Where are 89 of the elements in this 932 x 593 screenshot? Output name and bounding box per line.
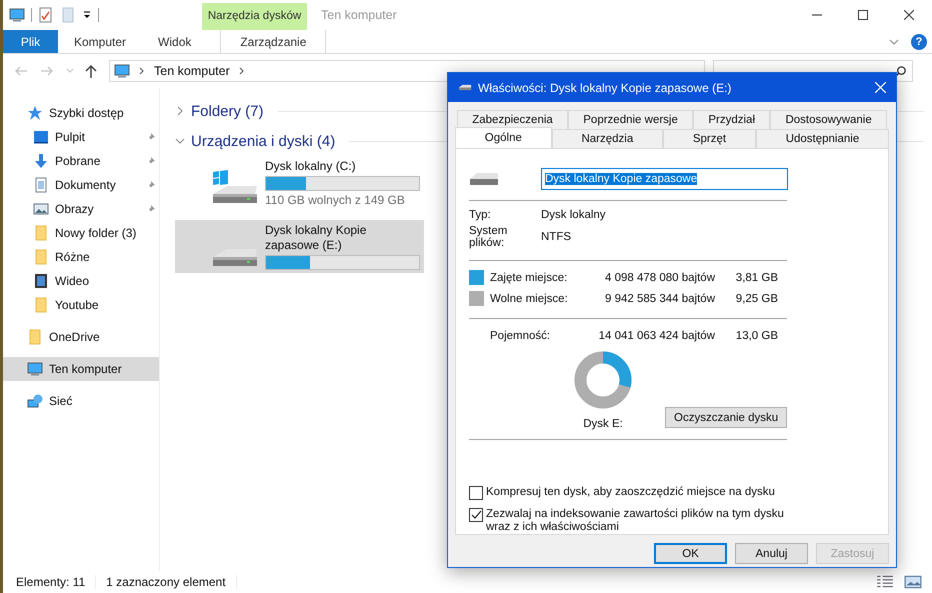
- group-heading[interactable]: Foldery (7): [191, 102, 264, 120]
- dialog-button[interactable]: OK: [654, 543, 727, 564]
- context-tab-group: Narzędzia dysków: [202, 3, 307, 30]
- nav-item[interactable]: Wideo: [3, 269, 159, 293]
- disk-cleanup-button[interactable]: Oczyszczanie dysku: [665, 407, 788, 428]
- details-view-icon[interactable]: [876, 575, 894, 589]
- drive-tile[interactable]: Dysk lokalny (C:) 110 GB wolnych z 149 GB: [175, 156, 424, 210]
- folder-icon: [33, 297, 49, 313]
- breadcrumb-chevron-icon[interactable]: [238, 66, 245, 76]
- expand-ribbon-chevron-icon[interactable]: [889, 38, 899, 44]
- checkbox[interactable]: [469, 486, 483, 500]
- download-arrow-icon: [33, 153, 49, 169]
- computer-icon: [27, 361, 43, 377]
- tab[interactable]: Narzędzia: [552, 129, 664, 148]
- search-icon: [894, 64, 907, 78]
- close-icon: [904, 10, 914, 20]
- picture-icon: [33, 201, 49, 217]
- property-label: Typ:: [469, 209, 492, 221]
- space-label: Wolne miejsce:: [490, 292, 569, 304]
- byte-count: 14 041 063 424 bajtów: [598, 330, 715, 342]
- ribbon-tab[interactable]: Komputer: [58, 30, 142, 53]
- size-value: 3,81 GB: [734, 272, 778, 284]
- nav-item[interactable]: Szybki dostęp: [3, 101, 159, 125]
- dialog-title: Właściwości: Dysk lokalny Kopie zapasowe (E:): [478, 80, 732, 94]
- up-arrow-icon[interactable]: [83, 63, 99, 79]
- nav-item[interactable]: Pulpit: [3, 125, 159, 149]
- breadcrumb-chevron-icon[interactable]: [139, 66, 145, 76]
- nav-item[interactable]: Youtube: [3, 293, 159, 317]
- folder-icon: [33, 225, 49, 241]
- drive-tile[interactable]: Dysk lokalny Kopie zapasowe (E:): [175, 220, 424, 273]
- folder-icon: [27, 329, 43, 345]
- file-menu-tab[interactable]: Plik: [3, 30, 58, 53]
- checkbox-label[interactable]: Zezwalaj na indeksowanie zawartości plików na tym dysku wraz z ich właściwościami: [486, 508, 786, 534]
- name-field[interactable]: Dysk lokalny Kopie zapasowe: [541, 168, 788, 190]
- close-icon[interactable]: [875, 82, 886, 93]
- network-icon: [27, 393, 43, 409]
- size-value: 9,25 GB: [734, 292, 778, 304]
- selection-count: 1 zaznaczony element: [106, 575, 226, 589]
- drive-icon: [458, 84, 472, 91]
- space-label: Zajęte miejsce:: [490, 272, 568, 284]
- nav-item[interactable]: Pobrane: [3, 149, 159, 173]
- tab[interactable]: Przydział: [693, 110, 770, 129]
- expand-chevron-icon[interactable]: [175, 106, 185, 116]
- properties-icon[interactable]: [38, 7, 54, 23]
- help-button[interactable]: ?: [911, 34, 927, 50]
- window-title: Ten komputer: [321, 8, 397, 22]
- property-value: Dysk lokalny: [541, 209, 606, 221]
- nav-item[interactable]: Obrazy: [3, 197, 159, 221]
- byte-count: 9 942 585 344 bajtów: [604, 292, 715, 304]
- desktop-icon: [33, 129, 49, 145]
- property-value: NTFS: [541, 231, 572, 243]
- computer-icon: [114, 63, 130, 79]
- maximize-icon: [858, 10, 868, 20]
- ribbon-tab[interactable]: Widok: [142, 30, 208, 53]
- drive-name: Dysk lokalny Kopie zapasowe (E:): [265, 223, 368, 253]
- tab[interactable]: Poprzednie wersje: [568, 110, 694, 129]
- hard-drive-icon: [469, 171, 499, 187]
- star-icon: [27, 105, 43, 121]
- byte-count: 4 098 478 080 bajtów: [604, 272, 715, 284]
- group-heading[interactable]: Urządzenia i dyski (4): [191, 132, 336, 150]
- collapse-chevron-icon[interactable]: [175, 136, 185, 146]
- nav-item[interactable]: Dokumenty: [3, 173, 159, 197]
- item-count: Elementy: 11: [16, 575, 86, 589]
- checkbox-label[interactable]: Kompresuj ten dysk, aby zaoszczędzić miejsce na dysku: [486, 486, 786, 499]
- capacity-label: Pojemność:: [489, 330, 552, 342]
- tab[interactable]: Ogólne: [455, 127, 552, 148]
- nav-item[interactable]: OneDrive: [3, 325, 159, 349]
- tab[interactable]: Udostępnianie: [756, 129, 890, 148]
- customize-caret-icon[interactable]: [82, 10, 92, 20]
- property-label: System plików:: [469, 225, 508, 249]
- free-space-text: 110 GB wolnych z 149 GB: [265, 193, 406, 207]
- drive-name: Dysk lokalny (C:): [265, 159, 357, 174]
- nav-item[interactable]: Ten komputer: [3, 357, 159, 381]
- computer-icon[interactable]: [9, 7, 25, 23]
- size-value: 13,0 GB: [734, 330, 778, 342]
- folder-icon: [33, 249, 49, 265]
- tab[interactable]: Sprzęt: [663, 129, 756, 148]
- tab[interactable]: Zabezpieczenia: [457, 110, 568, 129]
- breadcrumb[interactable]: Ten komputer: [154, 64, 230, 78]
- checkbox[interactable]: [469, 508, 483, 522]
- nav-item[interactable]: Nowy folder (3): [3, 221, 159, 245]
- nav-item[interactable]: Sieć: [3, 389, 159, 413]
- film-icon: [33, 273, 49, 289]
- nav-item[interactable]: Różne: [3, 245, 159, 269]
- large-icons-view-icon[interactable]: [904, 575, 922, 589]
- document-icon: [33, 177, 49, 193]
- dialog-button[interactable]: Anuluj: [735, 543, 808, 564]
- tab[interactable]: Dostosowywanie: [770, 110, 887, 129]
- drive-letter-label: Dysk E:: [583, 418, 623, 430]
